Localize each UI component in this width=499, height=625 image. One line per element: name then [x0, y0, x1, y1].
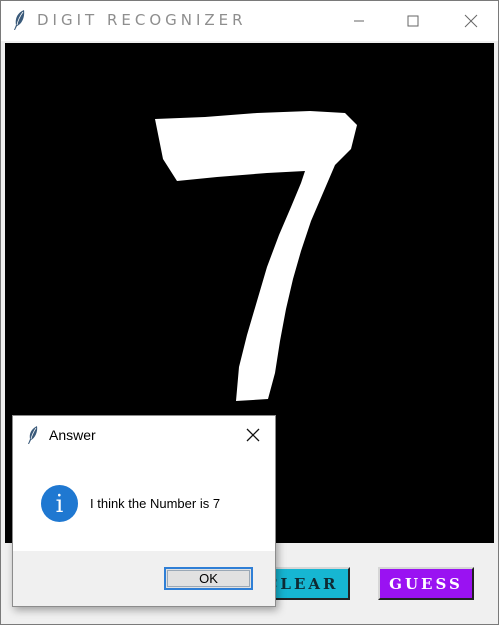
minimize-icon	[354, 20, 364, 22]
window-title: DIGIT RECOGNIZER	[37, 11, 247, 29]
dialog-message: I think the Number is 7	[90, 496, 221, 511]
feather-icon	[14, 10, 25, 30]
info-icon: i	[41, 485, 78, 522]
maximize-button[interactable]	[390, 1, 436, 41]
dialog-close-button[interactable]	[242, 424, 264, 446]
dialog-title: Answer	[49, 427, 96, 443]
guess-button[interactable]: GUESS	[378, 567, 474, 600]
close-icon	[464, 14, 478, 28]
app-window: DIGIT RECOGNIZER CLEAR GUESS Answer i I …	[0, 0, 499, 625]
close-icon	[246, 428, 260, 442]
maximize-icon	[407, 15, 419, 27]
answer-dialog: Answer i I think the Number is 7 OK	[12, 415, 276, 607]
title-bar[interactable]: DIGIT RECOGNIZER	[1, 1, 498, 41]
ok-button[interactable]: OK	[164, 567, 253, 590]
minimize-button[interactable]	[336, 1, 382, 41]
close-button[interactable]	[448, 1, 494, 41]
info-glyph: i	[55, 489, 64, 518]
dialog-footer: OK	[13, 551, 275, 606]
feather-icon	[28, 426, 38, 444]
